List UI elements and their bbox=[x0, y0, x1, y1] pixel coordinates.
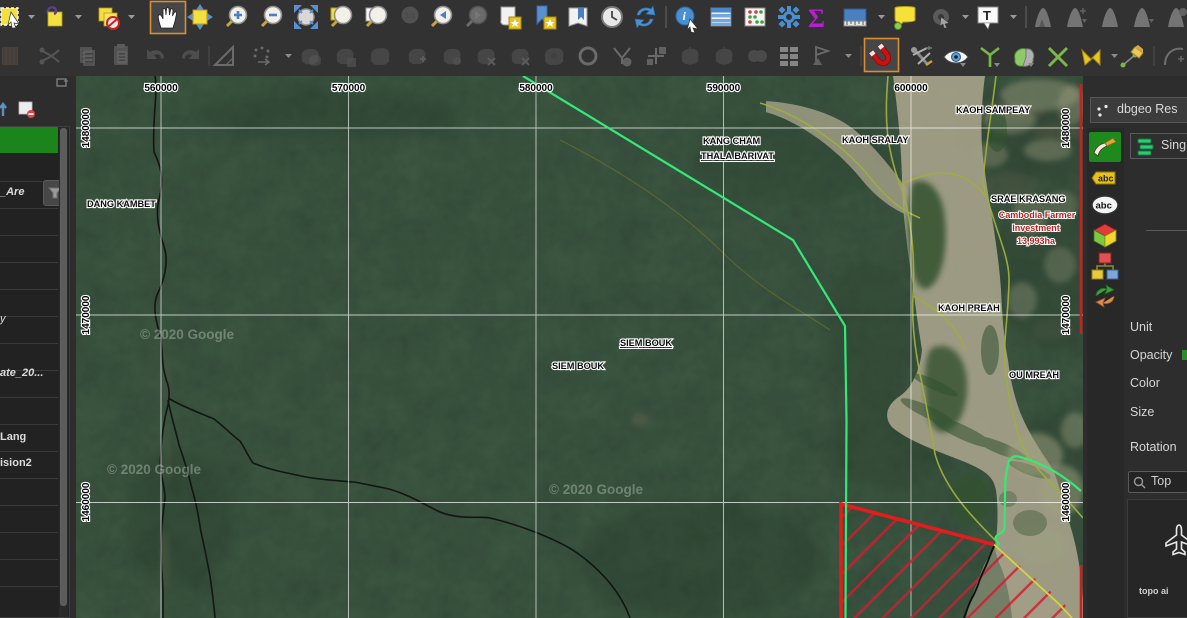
svg-text:abc: abc bbox=[1098, 174, 1114, 184]
svg-text:1:1: 1:1 bbox=[405, 13, 415, 20]
svg-text:© 2020 Google: © 2020 Google bbox=[140, 327, 234, 342]
svg-text:SIEM BOUK: SIEM BOUK bbox=[552, 361, 604, 371]
svg-text:KAOH SRALAY: KAOH SRALAY bbox=[842, 135, 909, 145]
svg-text:1470000: 1470000 bbox=[81, 295, 92, 334]
svg-text:T: T bbox=[983, 8, 991, 23]
svg-text:© 2020 Google: © 2020 Google bbox=[549, 482, 643, 497]
svg-text:580000: 580000 bbox=[519, 83, 553, 94]
svg-text:abc: abc bbox=[1096, 201, 1112, 212]
svg-text:1470000: 1470000 bbox=[1061, 295, 1072, 334]
svg-text:SIEM BOUK: SIEM BOUK bbox=[620, 338, 672, 348]
svg-text:KAOH PREAH: KAOH PREAH bbox=[938, 303, 1000, 313]
svg-text:© 2020 Google: © 2020 Google bbox=[107, 462, 201, 477]
svg-text:OU MREAH: OU MREAH bbox=[1009, 370, 1059, 380]
svg-text:Investment: Investment bbox=[1012, 223, 1060, 233]
svg-text:Σ: Σ bbox=[808, 4, 825, 33]
svg-text:KANG CHAM: KANG CHAM bbox=[703, 136, 761, 146]
svg-text:SRAE KRASANG: SRAE KRASANG bbox=[991, 194, 1066, 204]
svg-text:1460000: 1460000 bbox=[81, 482, 92, 521]
svg-text:13,993ha: 13,993ha bbox=[1017, 236, 1056, 246]
svg-text:Cambodia Farmer: Cambodia Farmer bbox=[999, 210, 1076, 220]
svg-text:590000: 590000 bbox=[707, 83, 741, 94]
svg-text:DANG KAMBET: DANG KAMBET bbox=[87, 199, 156, 209]
svg-text:570000: 570000 bbox=[332, 83, 366, 94]
svg-text:600000: 600000 bbox=[894, 83, 928, 94]
svg-text:KAOH SAMPEAY: KAOH SAMPEAY bbox=[956, 105, 1030, 115]
svg-text:THALA BARIVAT: THALA BARIVAT bbox=[701, 151, 774, 161]
svg-text:1480000: 1480000 bbox=[1061, 108, 1072, 147]
svg-text:560000: 560000 bbox=[144, 83, 178, 94]
svg-text:1480000: 1480000 bbox=[81, 108, 92, 147]
svg-text:1460000: 1460000 bbox=[1061, 482, 1072, 521]
